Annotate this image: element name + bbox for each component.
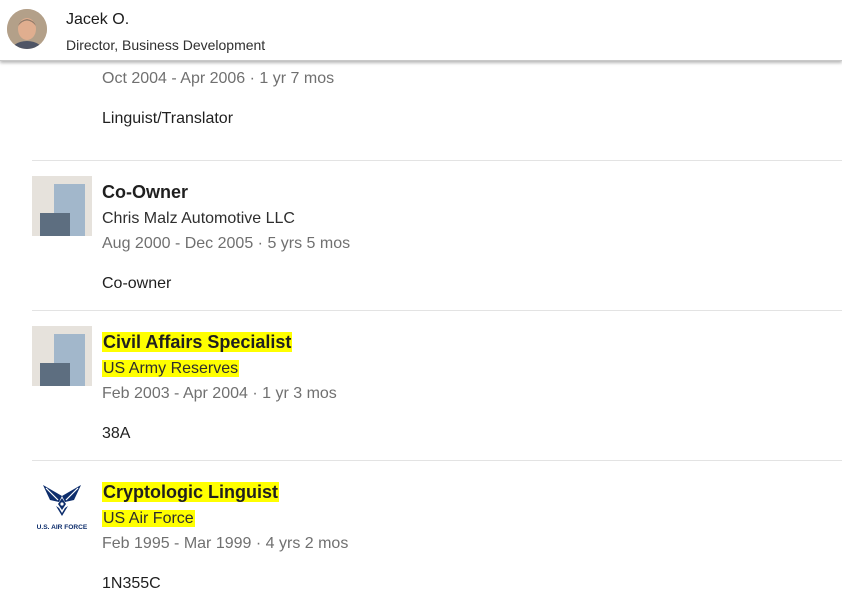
profile-name[interactable]: Jacek O. — [66, 11, 129, 29]
experience-description: 38A — [102, 425, 131, 442]
experience-company[interactable]: US Army Reserves — [102, 359, 240, 379]
experience-description: 1N355C — [102, 575, 161, 592]
profile-headline: Director, Business Development — [66, 37, 266, 53]
experience-dates: Feb 2003 - Apr 2004 · 1 yr 3 mos — [102, 385, 337, 402]
highlighted-text: US Army Reserves — [102, 360, 240, 377]
experience-title[interactable]: Co-Owner — [102, 181, 188, 203]
highlighted-text: Civil Affairs Specialist — [102, 332, 293, 352]
experience-description: Co-owner — [102, 275, 172, 292]
highlighted-text: US Air Force — [102, 510, 195, 527]
company-logo-placeholder-icon[interactable] — [32, 176, 92, 236]
profile-header: Jacek O. Director, Business Development — [0, 0, 842, 61]
person-photo-icon — [7, 9, 47, 49]
highlighted-text: Cryptologic Linguist — [102, 482, 279, 502]
experience-company[interactable]: Chris Malz Automotive LLC — [102, 209, 295, 229]
experience-title[interactable]: Civil Affairs Specialist — [102, 331, 293, 353]
us-air-force-logo-icon[interactable]: U.S. AIR FORCE — [32, 476, 92, 536]
experience-dates: Aug 2000 - Dec 2005 · 5 yrs 5 mos — [102, 235, 351, 252]
logo-text: U.S. AIR FORCE — [37, 524, 88, 531]
experience-dates: Feb 1995 - Mar 1999 · 4 yrs 2 mos — [102, 535, 349, 552]
experience-title[interactable]: Cryptologic Linguist — [102, 481, 279, 503]
avatar[interactable] — [7, 9, 47, 49]
divider — [32, 160, 842, 161]
experience-dates: Oct 2004 - Apr 2006 · 1 yr 7 mos — [102, 70, 335, 87]
experience-company[interactable]: US Air Force — [102, 509, 195, 529]
divider — [32, 460, 842, 461]
divider — [32, 310, 842, 311]
company-logo-placeholder-icon[interactable] — [32, 326, 92, 386]
experience-description: Linguist/Translator — [102, 110, 234, 127]
